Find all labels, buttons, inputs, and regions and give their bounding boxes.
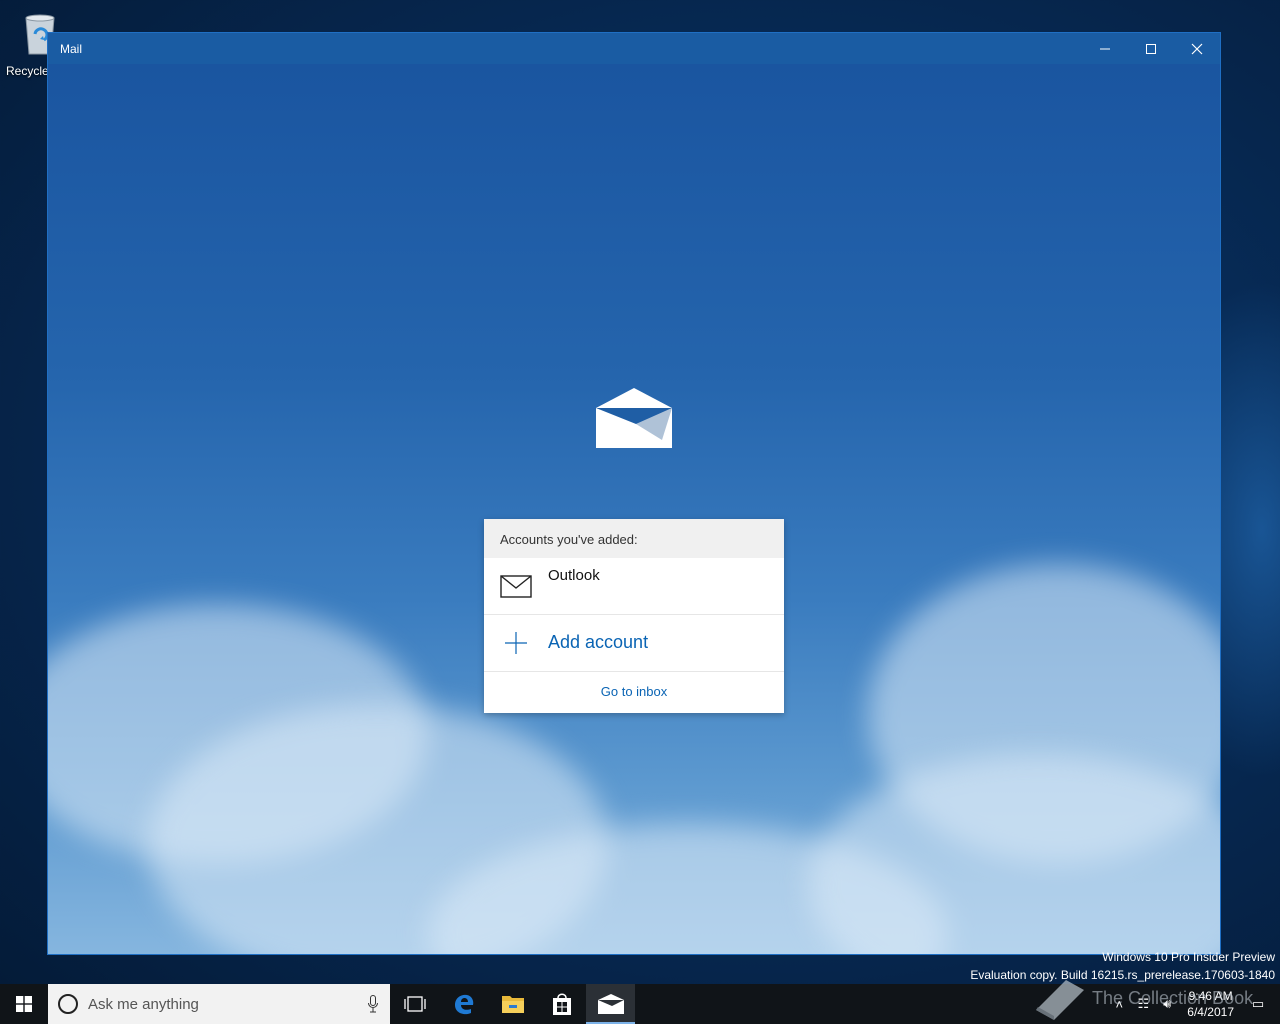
windows-logo-icon: [16, 996, 32, 1012]
account-name: Outlook: [548, 567, 600, 584]
microphone-icon[interactable]: [368, 995, 378, 1013]
edge-taskbar-button[interactable]: [439, 984, 488, 1024]
title-bar[interactable]: Mail: [48, 33, 1220, 64]
accounts-header: Accounts you've added:: [484, 519, 784, 558]
mail-welcome-screen: Accounts you've added: Outlook Add accou…: [48, 64, 1220, 954]
maximize-icon: [1146, 43, 1156, 54]
mail-envelope-icon: [500, 575, 532, 598]
window-title: Mail: [60, 41, 83, 56]
add-account-button[interactable]: Add account: [484, 615, 784, 672]
mail-window: Mail Accounts you've added: Outlook Add …: [47, 32, 1221, 955]
add-account-label: Add account: [548, 632, 649, 652]
store-icon: [552, 993, 571, 1015]
minimize-button[interactable]: [1082, 33, 1128, 64]
file-explorer-icon: [501, 996, 524, 1013]
build-watermark: Windows 10 Pro Insider Preview Evaluatio…: [970, 948, 1275, 984]
close-icon: [1191, 43, 1203, 54]
go-to-inbox-link[interactable]: Go to inbox: [484, 672, 784, 712]
task-view-icon: [403, 996, 426, 1012]
close-button[interactable]: [1174, 33, 1220, 64]
file-explorer-taskbar-button[interactable]: [488, 984, 537, 1024]
window-controls: [1082, 33, 1220, 64]
maximize-button[interactable]: [1128, 33, 1174, 64]
accounts-panel: Accounts you've added: Outlook Add accou…: [484, 519, 784, 713]
minimize-icon: [1100, 48, 1110, 49]
mail-icon: [597, 994, 624, 1014]
cortana-icon: [58, 994, 78, 1014]
mail-taskbar-button[interactable]: [586, 984, 635, 1024]
start-button[interactable]: [0, 984, 48, 1024]
overlay-watermark-text: The Collection Book: [1092, 988, 1254, 1008]
mail-logo-icon: [596, 388, 672, 448]
cortana-search-box[interactable]: Ask me anything: [48, 984, 390, 1024]
watermark-build: Evaluation copy. Build 16215.rs_prerelea…: [970, 968, 1275, 982]
store-taskbar-button[interactable]: [537, 984, 586, 1024]
search-placeholder: Ask me anything: [88, 995, 199, 1013]
watermark-edition: Windows 10 Pro Insider Preview: [1102, 950, 1275, 964]
book-logo-watermark-icon: [1036, 980, 1084, 1020]
edge-icon: [454, 994, 473, 1015]
task-view-button[interactable]: [390, 984, 439, 1024]
plus-icon: [505, 632, 527, 654]
account-item-outlook[interactable]: Outlook: [484, 558, 784, 615]
cloud-decoration: [808, 754, 1220, 954]
recycle-bin-label: Recycle: [6, 64, 49, 78]
